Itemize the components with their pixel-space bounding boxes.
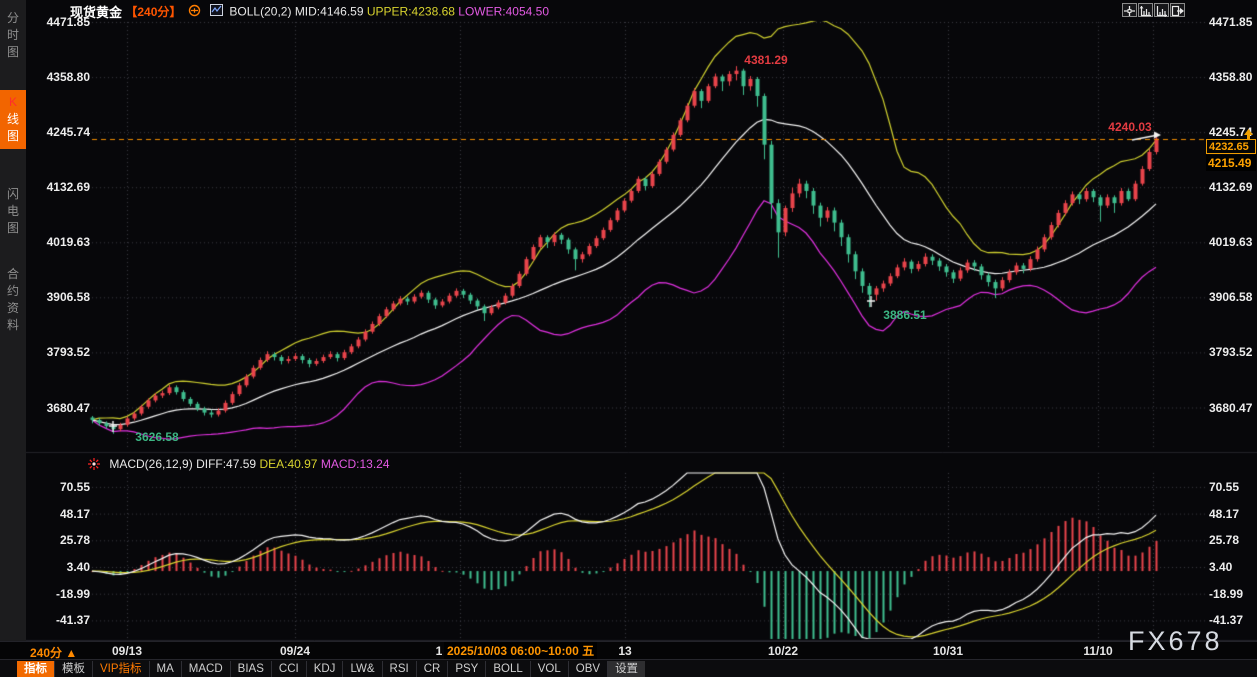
- axis-label: 3.40: [1209, 560, 1233, 574]
- axis-label: 4471.85: [1209, 15, 1253, 29]
- toolbar-item-MA[interactable]: MA: [148, 660, 181, 677]
- axis-label: 4132.69: [1209, 180, 1253, 195]
- boll-lower-value: LOWER:4054.50: [458, 4, 549, 19]
- axis-label: -18.99: [1209, 586, 1244, 601]
- toolbar-item-VOL[interactable]: VOL: [529, 660, 568, 677]
- scale-left-icon[interactable]: [1138, 3, 1153, 17]
- macd-name: MACD(26,12,9): [109, 457, 193, 471]
- period-label[interactable]: 【240分】: [125, 5, 181, 19]
- macd-header: MACD(26,12,9) DIFF:47.59 DEA:40.97 MACD:…: [88, 457, 390, 473]
- current-price-tag: 4232.65: [1206, 139, 1256, 154]
- axis-label: 4358.80: [1209, 70, 1253, 85]
- date-label-10/31: 10/31: [932, 644, 964, 658]
- axis-label: 3.40: [66, 560, 90, 574]
- crosshair-icon[interactable]: [1122, 3, 1137, 17]
- compare-icon[interactable]: [188, 4, 201, 20]
- axis-label: 4019.63: [1209, 235, 1253, 250]
- toolbar-item-MACD[interactable]: MACD: [180, 660, 230, 677]
- scale-right-icon[interactable]: [1154, 3, 1169, 18]
- macd-macd-value: MACD:13.24: [320, 457, 390, 471]
- axis-label: 25.78: [59, 533, 90, 548]
- toolbar-item-LW&[interactable]: LW&: [342, 660, 381, 677]
- bar-time-tooltip: 2025/10/03 06:00~10:00 五: [444, 642, 598, 660]
- boll-upper-value: UPPER:4238.68: [366, 4, 455, 19]
- boll-mid-value: MID:4146.59: [294, 4, 364, 19]
- axis-label: 4245.74: [46, 125, 90, 140]
- trading-app: 分时图 K线图闪电图合约资料 现货黄金 【240分】 BOLL(20,2) MID…: [0, 0, 1257, 677]
- date-label-09/13: 09/13: [111, 644, 143, 658]
- time-axis-row: 240分 ▲ 09/13 09/24 1 13 10/22 10/31 11/10 2025…: [0, 641, 1257, 660]
- toolbar-item-设置[interactable]: 设置: [607, 660, 646, 677]
- date-label-11/10: 11/10: [1083, 644, 1113, 658]
- annotation-start-low: 3626.58: [135, 430, 179, 444]
- axis-label: 3793.52: [1209, 345, 1253, 360]
- toolbar-item-CCI[interactable]: CCI: [270, 660, 306, 677]
- indicator-toolbar: 指标 模板 VIP指标 MA MACD BIAS CCI KDJ LW& RSI CR PSY BOLL…: [0, 659, 1257, 677]
- axis-label: 70.55: [1209, 479, 1240, 494]
- indicator-chart-icon[interactable]: [210, 4, 224, 19]
- axis-label: 4019.63: [46, 235, 90, 250]
- toolbar-item-OBV[interactable]: OBV: [567, 660, 607, 677]
- annotation-peak-high: 4381.29: [744, 53, 788, 67]
- axis-label: -18.99: [55, 586, 90, 601]
- toolbar-item-PSY[interactable]: PSY: [447, 660, 485, 677]
- toolbar-item-BOLL[interactable]: BOLL: [485, 660, 529, 677]
- axis-label: 3793.52: [46, 345, 90, 360]
- axis-label: 3680.47: [46, 400, 90, 415]
- annotation-swing-low: 3886.51: [883, 308, 927, 322]
- date-label-13: 13: [618, 644, 632, 658]
- toolbar-item-KDJ[interactable]: KDJ: [305, 660, 343, 677]
- axis-label: 3906.58: [46, 290, 90, 305]
- sidebar-tab-1[interactable]: 分时图: [0, 6, 26, 65]
- chart-header: 现货黄金 【240分】 BOLL(20,2) MID:4146.59 UPPER…: [70, 2, 549, 20]
- axis-label: -41.37: [55, 613, 90, 628]
- axis-label: 4132.69: [46, 180, 90, 195]
- axis-label: 3906.58: [1209, 290, 1253, 305]
- sidebar: 分时图 K线图闪电图合约资料: [0, 0, 26, 641]
- axis-label: 4358.80: [46, 70, 90, 85]
- indicator-marker-icon[interactable]: [88, 458, 100, 473]
- axis-label: 48.17: [1209, 506, 1240, 521]
- axis-label: 3680.47: [1209, 400, 1253, 415]
- toolbar-item-RSI[interactable]: RSI: [381, 660, 416, 677]
- axis-label: 48.17: [59, 506, 90, 521]
- axis-label: 25.78: [1209, 533, 1240, 548]
- macd-diff-value: DIFF:47.59: [196, 457, 257, 471]
- date-label-09/24: 09/24: [279, 644, 311, 658]
- boll-label: BOLL(20,2): [229, 4, 292, 19]
- price-chart-canvas[interactable]: [0, 0, 1257, 641]
- toolbar-item-指标[interactable]: 指标: [17, 660, 54, 677]
- date-label-10/22: 10/22: [767, 644, 799, 658]
- sidebar-tab-4[interactable]: 合约资料: [0, 262, 26, 338]
- sidebar-tab-2[interactable]: K线图: [0, 90, 26, 149]
- toolbar-item-模板[interactable]: 模板: [54, 660, 92, 677]
- sidebar-tab-3[interactable]: 闪电图: [0, 182, 26, 241]
- watermark: FX678: [1128, 626, 1223, 656]
- macd-dea-value: DEA:40.97: [259, 457, 318, 471]
- toolbar-item-VIP指标[interactable]: VIP指标: [92, 660, 149, 677]
- page-forward-icon[interactable]: [1170, 3, 1185, 17]
- axis-label: 70.55: [59, 479, 90, 494]
- axis-label: 4471.85: [46, 15, 90, 29]
- secondary-price-tag: 4215.49: [1206, 155, 1256, 171]
- toolbar-item-BIAS[interactable]: BIAS: [229, 660, 271, 677]
- date-label-1: 1: [435, 644, 443, 658]
- toolbar-item-CR[interactable]: CR: [415, 660, 448, 677]
- annotation-recent-high: 4240.03: [1108, 120, 1152, 134]
